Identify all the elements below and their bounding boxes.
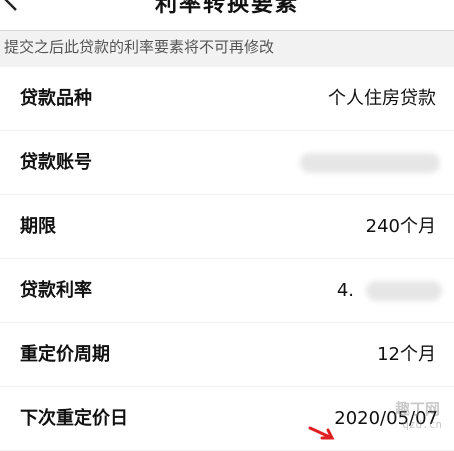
row-label: 下次重定价日	[20, 408, 128, 429]
row-value: 12个月	[377, 344, 436, 365]
row-label: 重定价周期	[20, 344, 110, 365]
row-loan-account: 贷款账号	[0, 131, 454, 194]
notice-text: 提交之后此贷款的利率要素将不可再修改	[4, 38, 275, 56]
row-value: 240个月	[365, 216, 436, 237]
row-repricing-cycle: 重定价周期 12个月	[0, 323, 454, 386]
red-arrow-icon	[308, 426, 335, 440]
row-value: 个人住房贷款	[328, 88, 436, 109]
row-label: 期限	[20, 216, 56, 237]
row-label: 贷款利率	[20, 280, 92, 301]
redaction-blur	[366, 281, 442, 301]
row-term: 期限 240个月	[0, 195, 454, 258]
navigation-bar: 利率转换要素	[0, 0, 454, 31]
row-label: 贷款品种	[20, 88, 92, 109]
row-label: 贷款账号	[20, 152, 92, 173]
row-value: 4.	[336, 280, 354, 301]
watermark-title: 趣丁网	[394, 400, 440, 418]
row-loan-type: 贷款品种 个人住房贷款	[0, 67, 454, 130]
watermark: 趣丁网 qzd.cn	[384, 392, 448, 440]
redaction-blur	[300, 153, 440, 173]
page-title: 利率转换要素	[154, 0, 299, 17]
row-interest-rate: 贷款利率 4.	[0, 259, 454, 322]
watermark-url: qzd.cn	[402, 418, 442, 431]
